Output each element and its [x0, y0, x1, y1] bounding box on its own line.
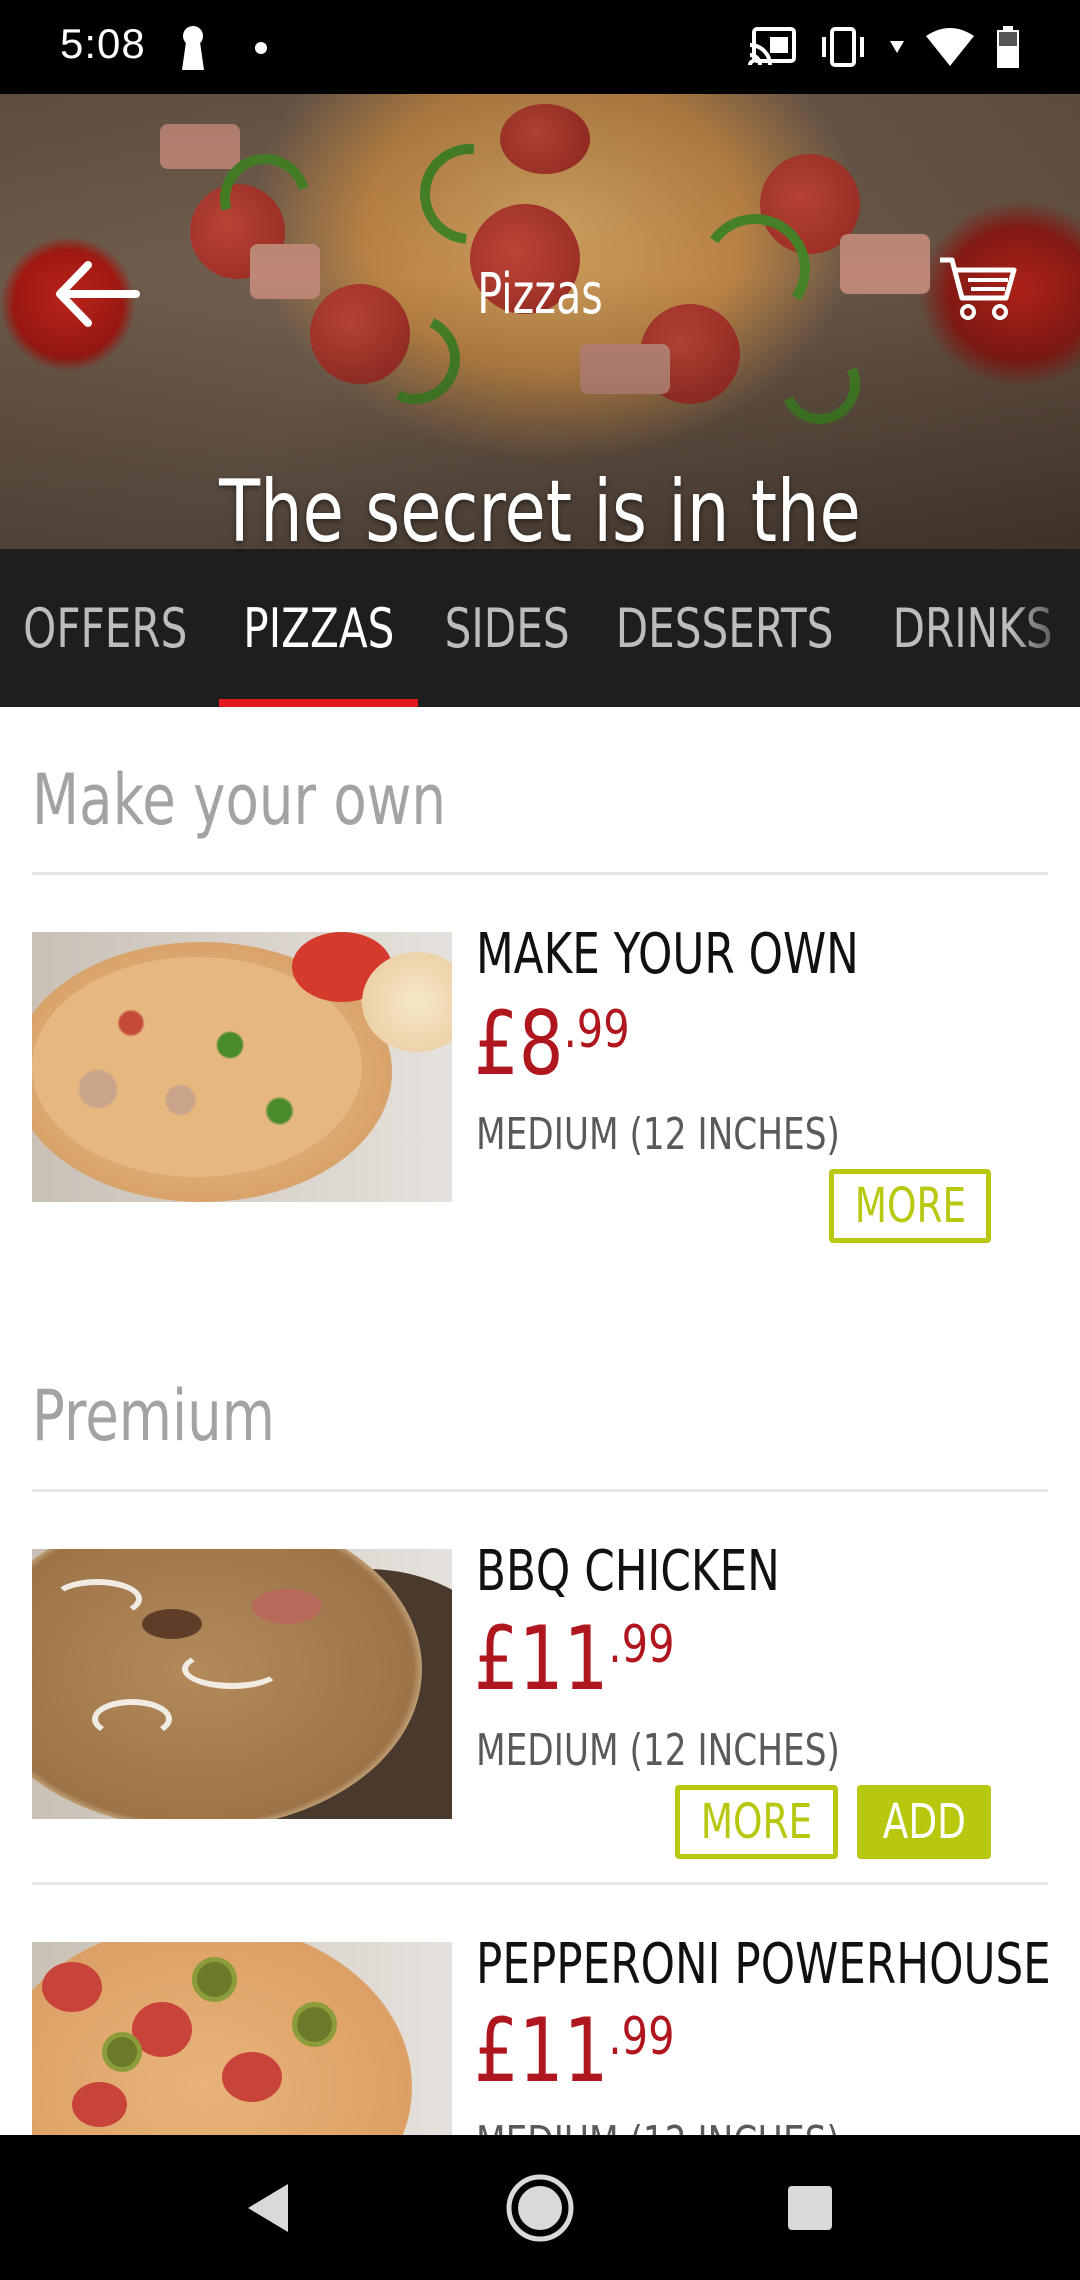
more-button[interactable]: MORE	[829, 1169, 991, 1243]
product-name: MAKE YOUR OWN	[476, 922, 859, 987]
notification-dot-icon	[255, 42, 267, 54]
keyhole-icon	[182, 26, 204, 70]
tab-label: SIDES	[445, 596, 570, 660]
nav-recents-button[interactable]	[750, 2135, 870, 2280]
product-size: MEDIUM (12 INCHES)	[476, 2117, 840, 2135]
price-main: £8	[474, 992, 564, 1095]
system-navigation-bar	[0, 2135, 1080, 2280]
hero-banner: Pizzas The secret is in the dough	[0, 94, 1080, 549]
product-divider	[32, 1882, 1048, 1885]
page-title: Pizzas	[477, 262, 603, 327]
price-cents: .99	[563, 1000, 630, 1060]
more-button-label: MORE	[854, 1178, 966, 1234]
tab-offers[interactable]: OFFERS	[0, 549, 210, 707]
status-time: 5:08	[60, 20, 146, 67]
tab-label: PIZZAS	[242, 596, 395, 660]
more-button[interactable]: MORE	[675, 1785, 838, 1859]
category-tabs: OFFERS PIZZAS SIDES DESSERTS DRINKS	[0, 549, 1080, 707]
product-price: £8.99	[474, 992, 630, 1095]
product-name: PEPPERONI POWERHOUSE	[476, 1932, 1051, 1997]
product-price: £11.99	[474, 1999, 675, 2102]
product-image-pepperoni-powerhouse[interactable]	[32, 1942, 452, 2135]
tab-label: OFFERS	[22, 596, 188, 660]
cast-icon	[748, 27, 796, 66]
status-bar: 5:08	[0, 0, 1080, 94]
price-cents: .99	[608, 1615, 675, 1675]
hero-tagline: The secret is in the dough	[219, 462, 861, 549]
price-main: £11	[474, 1999, 609, 2102]
tab-desserts[interactable]: DESSERTS	[610, 549, 840, 707]
active-tab-indicator	[219, 699, 418, 707]
product-size: MEDIUM (12 INCHES)	[476, 1109, 840, 1160]
status-left-icons	[180, 26, 268, 70]
price-cents: .99	[608, 2007, 675, 2067]
nav-home-button[interactable]	[480, 2135, 600, 2280]
signal-dropdown-icon	[890, 41, 904, 53]
shopping-cart-icon[interactable]	[938, 254, 1018, 324]
vibrate-icon	[822, 27, 864, 67]
circle-home-icon	[506, 2174, 574, 2241]
product-list[interactable]: Make your own MAKE YOUR OWN £8.99 MEDIUM…	[0, 707, 1080, 2135]
product-image-bbq-chicken[interactable]	[32, 1549, 452, 1819]
add-button[interactable]: ADD	[857, 1785, 991, 1859]
square-recents-icon	[788, 2185, 832, 2230]
product-size: MEDIUM (12 INCHES)	[476, 1725, 840, 1776]
section-title-premium: Premium	[32, 1375, 275, 1457]
triangle-back-icon	[248, 2183, 288, 2232]
battery-icon	[997, 26, 1019, 68]
section-title-make-your-own: Make your own	[32, 759, 446, 841]
tab-scroll-fade	[1010, 549, 1080, 707]
status-right-icons	[748, 24, 1020, 70]
tab-pizzas[interactable]: PIZZAS	[219, 549, 418, 707]
product-name: BBQ CHICKEN	[476, 1539, 780, 1604]
section-divider	[32, 872, 1048, 875]
product-price: £11.99	[474, 1607, 675, 1710]
tab-label: DESSERTS	[616, 596, 834, 660]
product-image-make-your-own[interactable]	[32, 932, 452, 1202]
section-divider	[32, 1489, 1048, 1492]
wifi-icon	[926, 28, 974, 66]
nav-back-button[interactable]	[208, 2135, 328, 2280]
more-button-label: MORE	[700, 1794, 813, 1850]
add-button-label: ADD	[882, 1794, 966, 1850]
price-main: £11	[474, 1607, 609, 1710]
tab-sides[interactable]: SIDES	[430, 549, 585, 707]
